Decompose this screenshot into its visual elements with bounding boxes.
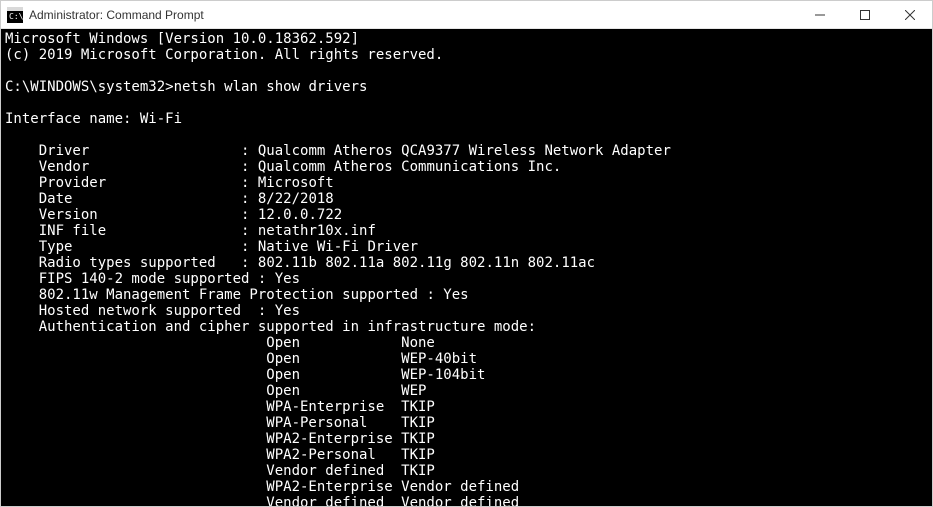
version-label: Version [39, 207, 98, 223]
terminal-output[interactable]: Microsoft Windows [Version 10.0.18362.59… [1, 29, 932, 506]
window-controls [797, 1, 932, 28]
hosted-label: Hosted network supported [39, 303, 241, 319]
provider-label: Provider [39, 175, 106, 191]
version-line: Microsoft Windows [Version 10.0.18362.59… [5, 31, 359, 47]
date-value: 8/22/2018 [258, 191, 334, 207]
prompt-command: netsh wlan show drivers [174, 79, 368, 95]
vendor-label: Vendor [39, 159, 90, 175]
vendor-value: Qualcomm Atheros Communications Inc. [258, 159, 561, 175]
auth-cipher-list: Open None Open WEP-40bit Open WEP-104bit… [5, 335, 519, 506]
type-value: Native Wi-Fi Driver [258, 239, 418, 255]
copyright-line: (c) 2019 Microsoft Corporation. All righ… [5, 47, 443, 63]
version-value: 12.0.0.722 [258, 207, 342, 223]
pmf-line: 802.11w Management Frame Protection supp… [39, 287, 469, 303]
prompt-path: C:\WINDOWS\system32> [5, 79, 174, 95]
maximize-button[interactable] [842, 1, 887, 28]
minimize-button[interactable] [797, 1, 842, 28]
interface-label: Interface name [5, 111, 123, 127]
date-label: Date [39, 191, 73, 207]
inf-value: netathr10x.inf [258, 223, 376, 239]
radio-value: 802.11b 802.11a 802.11g 802.11n 802.11ac [258, 255, 595, 271]
provider-value: Microsoft [258, 175, 334, 191]
driver-label: Driver [39, 143, 90, 159]
hosted-value: Yes [275, 303, 300, 319]
titlebar[interactable]: C:\ Administrator: Command Prompt [1, 1, 932, 29]
auth-header: Authentication and cipher supported in i… [39, 319, 536, 335]
window-title: Administrator: Command Prompt [29, 8, 797, 22]
interface-name: Wi-Fi [140, 111, 182, 127]
fips-line: FIPS 140-2 mode supported : Yes [39, 271, 300, 287]
svg-text:C:\: C:\ [9, 12, 23, 21]
command-prompt-window: C:\ Administrator: Command Prompt Micros… [0, 0, 933, 507]
cmd-icon: C:\ [7, 7, 23, 23]
close-button[interactable] [887, 1, 932, 28]
inf-label: INF file [39, 223, 106, 239]
radio-label: Radio types supported [39, 255, 216, 271]
driver-value: Qualcomm Atheros QCA9377 Wireless Networ… [258, 143, 671, 159]
type-label: Type [39, 239, 73, 255]
